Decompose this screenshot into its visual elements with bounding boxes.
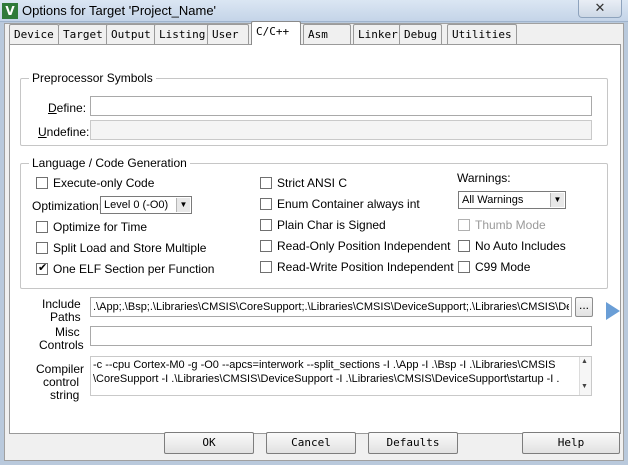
cc-tab-panel: Preprocessor Symbols Define: Undefine: L… — [9, 44, 621, 434]
include-paths-label-2: Paths — [50, 310, 81, 324]
c99-mode-checkbox[interactable] — [458, 261, 470, 273]
misc-controls-field[interactable] — [90, 326, 592, 346]
tab-asm[interactable]: Asm — [303, 24, 351, 44]
warnings-label: Warnings: — [457, 171, 511, 185]
ok-button[interactable]: OK — [164, 432, 254, 454]
tab-linker[interactable]: Linker — [353, 24, 403, 44]
undefine-field[interactable] — [90, 120, 592, 140]
thumb-mode-label: Thumb Mode — [475, 218, 546, 232]
compiler-string-label-1: Compiler — [36, 362, 85, 376]
close-icon: ✕ — [594, 0, 606, 15]
chevron-down-icon: ▼ — [550, 193, 564, 207]
tab-debug[interactable]: Debug — [399, 24, 443, 44]
language-group-label: Language / Code Generation — [29, 156, 190, 170]
scroll-down-icon[interactable]: ▼ — [581, 383, 588, 390]
execute-only-label: Execute-only Code — [53, 176, 155, 190]
plain-char-label: Plain Char is Signed — [277, 218, 386, 232]
misc-controls-label-1: Misc — [55, 325, 80, 339]
tab-utilities[interactable]: Utilities — [447, 24, 517, 44]
rw-position-checkbox[interactable] — [260, 261, 272, 273]
define-field[interactable] — [90, 96, 592, 116]
app-icon: V — [2, 3, 18, 19]
tab-cc[interactable]: C/C++ — [251, 21, 301, 45]
compiler-string-label-2: control — [43, 375, 80, 389]
execute-only-checkbox[interactable] — [36, 177, 48, 189]
plain-char-checkbox[interactable] — [260, 219, 272, 231]
split-load-checkbox[interactable] — [36, 242, 48, 254]
strict-ansi-label: Strict ANSI C — [277, 176, 348, 190]
split-load-label: Split Load and Store Multiple — [53, 241, 207, 255]
rw-position-label: Read-Write Position Independent — [277, 260, 454, 274]
checkmark-icon: ✔ — [38, 261, 48, 274]
thumb-mode-checkbox[interactable] — [458, 219, 470, 231]
resize-arrow-icon[interactable] — [606, 302, 620, 320]
options-dialog: Device Target Output Listing User C/C++ … — [4, 21, 624, 461]
enum-container-checkbox[interactable] — [260, 198, 272, 210]
tab-output[interactable]: Output — [106, 24, 156, 44]
no-auto-includes-checkbox[interactable] — [458, 240, 470, 252]
undefine-label: Undefine: — [38, 125, 90, 139]
compiler-string-field[interactable]: -c --cpu Cortex-M0 -g -O0 --apcs=interwo… — [90, 356, 592, 396]
preprocessor-group-label: Preprocessor Symbols — [29, 71, 156, 85]
scroll-up-icon[interactable]: ▲ — [581, 358, 588, 365]
optimization-label: Optimization: — [32, 199, 103, 213]
compiler-string-label-3: string — [50, 388, 80, 402]
compiler-string-scrollbar[interactable]: ▲ ▼ — [579, 357, 591, 395]
misc-controls-label-2: Controls — [39, 338, 84, 352]
optimize-time-label: Optimize for Time — [53, 220, 148, 234]
one-elf-checkbox[interactable]: ✔ — [36, 261, 48, 275]
ro-position-label: Read-Only Position Independent — [277, 239, 451, 253]
ro-position-checkbox[interactable] — [260, 240, 272, 252]
help-button[interactable]: Help — [522, 432, 620, 454]
include-paths-field[interactable]: .\App;.\Bsp;.\Libraries\CMSIS\CoreSuppor… — [90, 297, 572, 317]
warnings-select[interactable]: All Warnings ▼ — [458, 191, 566, 209]
browse-include-paths-button[interactable]: ... — [575, 297, 593, 317]
strict-ansi-checkbox[interactable] — [260, 177, 272, 189]
tab-listing[interactable]: Listing — [154, 24, 211, 44]
no-auto-includes-label: No Auto Includes — [475, 239, 566, 253]
tab-target[interactable]: Target — [58, 24, 108, 44]
define-label: Define: — [48, 101, 87, 115]
include-paths-label-1: Include — [42, 297, 81, 311]
tab-device[interactable]: Device — [9, 24, 59, 44]
optimize-time-checkbox[interactable] — [36, 221, 48, 233]
cancel-button[interactable]: Cancel — [266, 432, 356, 454]
enum-container-label: Enum Container always int — [277, 197, 420, 211]
close-button[interactable]: ✕ — [578, 0, 622, 18]
window-title: Options for Target 'Project_Name' — [22, 3, 217, 18]
optimization-select[interactable]: Level 0 (-O0) ▼ — [100, 196, 192, 214]
chevron-down-icon: ▼ — [176, 198, 190, 212]
tab-user[interactable]: User — [207, 24, 249, 44]
c99-mode-label: C99 Mode — [475, 260, 531, 274]
one-elf-label: One ELF Section per Function — [53, 262, 215, 276]
defaults-button[interactable]: Defaults — [368, 432, 458, 454]
